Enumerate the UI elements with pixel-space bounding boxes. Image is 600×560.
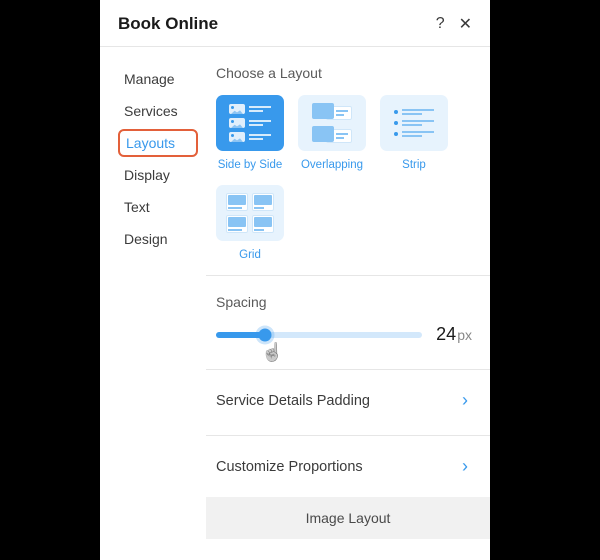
header-actions: ? ✕ [436, 14, 472, 34]
cursor-hand-icon: ☝️ [261, 342, 283, 363]
layout-options-grid: Side by Side Overlapping [216, 95, 472, 261]
sidebar-item-manage[interactable]: Manage [118, 65, 198, 93]
layout-label: Overlapping [301, 159, 363, 171]
spacing-value-display: 24px [436, 324, 472, 345]
layout-label: Strip [402, 159, 426, 171]
chevron-right-icon: › [462, 456, 468, 477]
layout-tile-grid [216, 185, 284, 241]
content-area: Choose a Layout Side by Side [206, 47, 490, 560]
layout-label: Side by Side [218, 159, 283, 171]
spacing-slider[interactable]: ☝️ [216, 332, 422, 338]
sidebar-item-display[interactable]: Display [118, 161, 198, 189]
spacing-slider-wrap: ☝️ 24px [216, 324, 472, 345]
layout-label: Grid [239, 249, 261, 261]
layout-option-strip[interactable]: Strip [380, 95, 448, 171]
layout-tile-overlapping [298, 95, 366, 151]
settings-panel: Book Online ? ✕ Manage Services Layouts … [100, 0, 490, 560]
chevron-right-icon: › [462, 390, 468, 411]
customize-proportions-row[interactable]: Customize Proportions › [216, 436, 472, 497]
layout-tile-side-by-side [216, 95, 284, 151]
spacing-unit: px [457, 327, 472, 343]
choose-layout-title: Choose a Layout [216, 65, 472, 81]
layout-option-grid[interactable]: Grid [216, 185, 284, 261]
layout-option-overlapping[interactable]: Overlapping [298, 95, 366, 171]
row-label: Service Details Padding [216, 393, 370, 409]
spacing-title: Spacing [216, 294, 472, 310]
sidebar-item-design[interactable]: Design [118, 225, 198, 253]
close-icon[interactable]: ✕ [459, 14, 472, 34]
panel-title: Book Online [118, 14, 218, 34]
layout-tile-strip [380, 95, 448, 151]
layout-option-side-by-side[interactable]: Side by Side [216, 95, 284, 171]
image-layout-footer[interactable]: Image Layout [206, 497, 490, 539]
slider-thumb[interactable] [259, 328, 272, 341]
panel-body: Manage Services Layouts Display Text Des… [100, 47, 490, 560]
row-label: Customize Proportions [216, 459, 363, 475]
help-icon[interactable]: ? [436, 15, 445, 33]
service-details-padding-row[interactable]: Service Details Padding › [216, 370, 472, 431]
sidebar-item-services[interactable]: Services [118, 97, 198, 125]
panel-header: Book Online ? ✕ [100, 0, 490, 47]
divider [206, 275, 490, 276]
sidebar: Manage Services Layouts Display Text Des… [100, 47, 206, 560]
sidebar-item-text[interactable]: Text [118, 193, 198, 221]
spacing-section: Spacing ☝️ 24px [216, 294, 472, 365]
spacing-value: 24 [436, 324, 456, 344]
sidebar-item-layouts[interactable]: Layouts [118, 129, 198, 157]
